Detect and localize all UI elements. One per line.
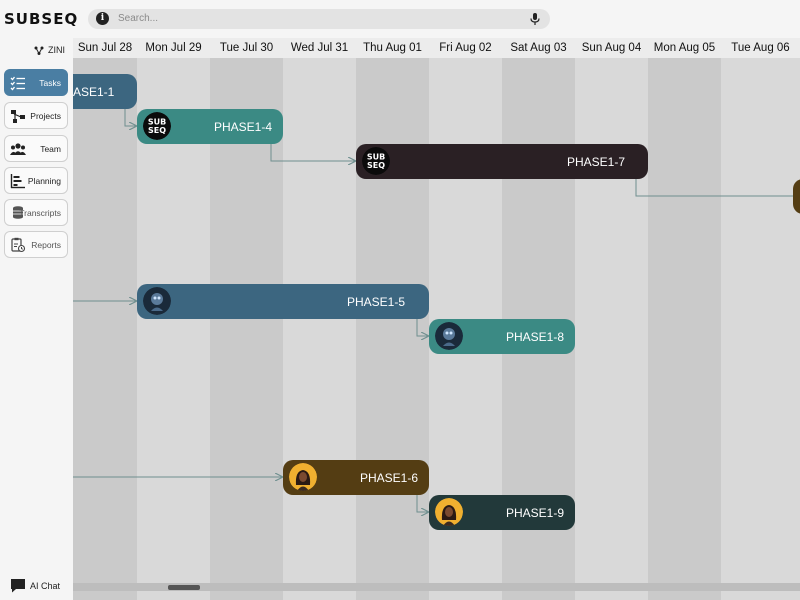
sidebar-item-label: Transcripts xyxy=(19,208,61,218)
svg-text:SEQ: SEQ xyxy=(148,126,166,135)
task-bar-phase1-1[interactable]: ASE1-1 xyxy=(73,74,137,109)
sidebar-item-planning[interactable]: Planning xyxy=(4,167,68,194)
task-label: PHASE1-9 xyxy=(506,506,565,520)
team-icon xyxy=(10,143,26,155)
reports-icon xyxy=(11,237,26,253)
planning-icon xyxy=(10,174,25,189)
subseq-logo-avatar[interactable]: SUB SEQ xyxy=(143,112,171,140)
robot-avatar[interactable] xyxy=(435,322,463,350)
dependency-link xyxy=(635,178,800,197)
sidebar-item-label: Reports xyxy=(31,240,61,250)
sidebar-item-tasks[interactable]: Tasks xyxy=(4,69,68,96)
svg-text:SEQ: SEQ xyxy=(367,161,385,170)
gantt-chart[interactable]: Sun Jul 28 Mon Jul 29 Tue Jul 30 Wed Jul… xyxy=(73,38,800,600)
task-label: PHASE1-6 xyxy=(360,471,419,485)
woman-avatar[interactable] xyxy=(289,463,317,491)
sidebar-item-reports[interactable]: Reports xyxy=(4,231,68,258)
sidebar-item-team[interactable]: Team xyxy=(4,135,68,162)
task-bar-phase1-9[interactable]: PHASE1-9 xyxy=(429,495,575,530)
user-name: ZINI xyxy=(48,45,65,55)
app-logo[interactable]: SUBSEQ xyxy=(4,10,78,28)
sidebar-item-transcripts[interactable]: Transcripts xyxy=(4,199,68,226)
task-bar-offscreen[interactable] xyxy=(793,179,800,214)
task-bar-phase1-6[interactable]: PHASE1-6 xyxy=(283,460,429,495)
user-menu[interactable]: ZINI xyxy=(34,45,65,55)
chat-bubble-icon xyxy=(11,579,25,593)
task-bar-phase1-4[interactable]: SUB SEQ PHASE1-4 xyxy=(137,109,283,144)
task-label: PHASE1-4 xyxy=(214,120,273,134)
sidebar: ZINI Tasks Projects Team Planning Transc… xyxy=(0,38,73,600)
task-label: ASE1-1 xyxy=(73,85,115,99)
dependency-link xyxy=(416,494,428,512)
sidebar-item-label: Projects xyxy=(30,111,61,121)
robot-avatar[interactable] xyxy=(143,287,171,315)
scrollbar-thumb[interactable] xyxy=(168,585,200,590)
microphone-icon[interactable] xyxy=(528,12,542,26)
search-input[interactable] xyxy=(118,10,508,27)
top-bar: SUBSEQ i xyxy=(0,0,800,38)
task-bar-phase1-7[interactable]: SUB SEQ PHASE1-7 xyxy=(356,144,648,179)
dependency-link xyxy=(416,318,428,336)
projects-icon xyxy=(11,110,25,123)
task-bar-phase1-8[interactable]: PHASE1-8 xyxy=(429,319,575,354)
search-bar[interactable]: i xyxy=(88,9,550,29)
ai-chat-button[interactable]: AI Chat xyxy=(4,574,68,598)
sidebar-item-label: Planning xyxy=(27,176,61,186)
ai-chat-label: AI Chat xyxy=(30,581,61,591)
tasks-icon xyxy=(10,76,25,91)
project-link-icon xyxy=(34,46,44,55)
dependency-link xyxy=(270,143,355,161)
subseq-logo-avatar[interactable]: SUB SEQ xyxy=(362,147,390,175)
sidebar-item-label: Team xyxy=(40,144,61,154)
sidebar-item-label: Tasks xyxy=(39,78,61,88)
task-label: PHASE1-5 xyxy=(347,295,406,309)
task-label: PHASE1-7 xyxy=(567,155,626,169)
woman-avatar[interactable] xyxy=(435,498,463,526)
info-icon[interactable]: i xyxy=(96,12,109,25)
task-label: PHASE1-8 xyxy=(506,330,565,344)
task-bar-phase1-5[interactable]: PHASE1-5 xyxy=(137,284,429,319)
dependency-link xyxy=(124,109,136,126)
sidebar-item-projects[interactable]: Projects xyxy=(4,102,68,129)
